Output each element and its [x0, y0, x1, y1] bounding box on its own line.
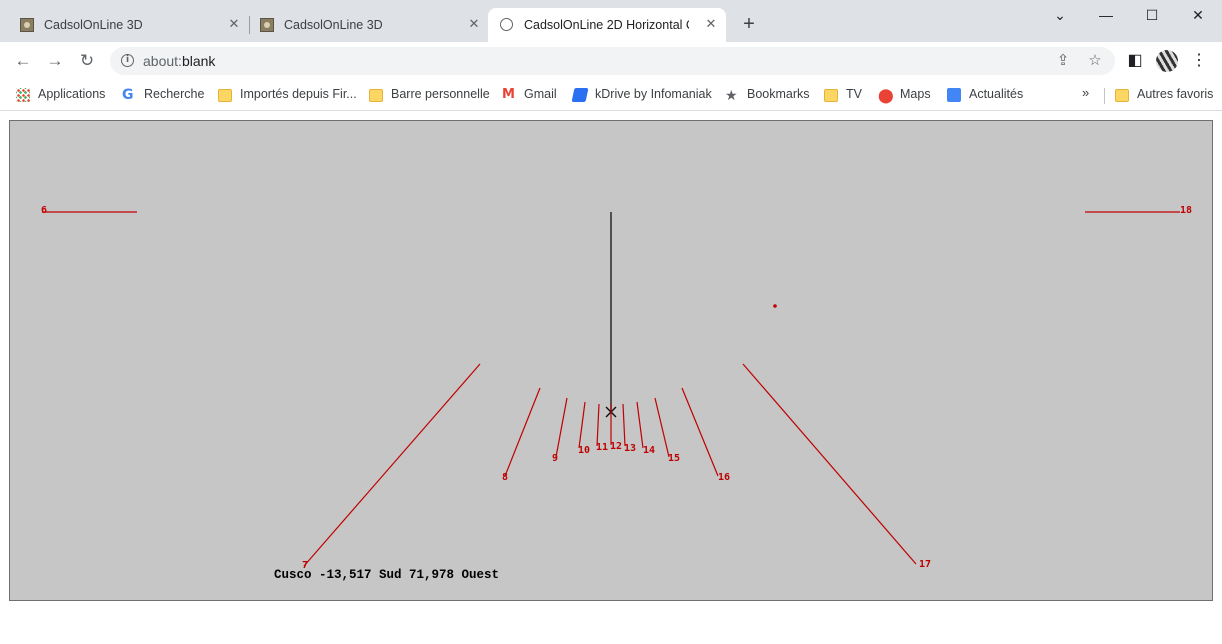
- bookmark-label: Applications: [38, 87, 106, 101]
- bookmarks-bar: Applications G Recherche Importés depuis …: [0, 80, 1222, 111]
- back-arrow-icon[interactable]: ←: [12, 50, 34, 72]
- share-icon[interactable]: ⇪: [1052, 50, 1074, 72]
- bookmark-label: Autres favoris: [1137, 87, 1214, 101]
- hour-label-12: 12: [610, 441, 622, 452]
- page-content: 6 7 8 9 10 11 12 13 14 15 16 17 18 Cusco -13,517 Sud…: [0, 111, 1222, 644]
- location-caption: Cusco -13,517 Sud 71,978 Ouest: [274, 568, 499, 582]
- hour-line-15: [654, 397, 670, 458]
- hour-label-6: 6: [41, 205, 47, 216]
- menu-kebab-icon[interactable]: ⋮: [1188, 50, 1210, 72]
- hour-line-11: [596, 403, 600, 447]
- bookmark-label: Importés depuis Fir...: [240, 87, 357, 101]
- hour-label-15: 15: [668, 453, 680, 464]
- kdrive-icon: [571, 88, 589, 102]
- bookmark-label: Bookmarks: [747, 87, 810, 101]
- hour-label-11: 11: [596, 442, 608, 453]
- folder-icon: [218, 89, 232, 102]
- tab-cadsol-2d-active[interactable]: CadsolOnLine 2D Horizontal Cusco ✕: [488, 8, 726, 42]
- close-icon[interactable]: ✕: [466, 16, 482, 32]
- tab-strip: CadsolOnLine 3D ✕ CadsolOnLine 3D ✕ Cads…: [0, 0, 1222, 42]
- star-icon: ★: [725, 87, 738, 103]
- bookmark-label: TV: [846, 87, 862, 101]
- minimize-icon[interactable]: —: [1096, 6, 1116, 24]
- hour-label-16: 16: [718, 472, 730, 483]
- info-icon[interactable]: i: [121, 54, 134, 67]
- hour-line-14: [636, 401, 644, 449]
- profile-avatar[interactable]: [1156, 50, 1178, 72]
- hour-line-13: [622, 403, 626, 447]
- bookmark-label: kDrive by Infomaniak: [595, 87, 712, 101]
- sun-marker-dot: [773, 304, 777, 308]
- sundial-drawing: 678910 11 12 13 1415161718 Cusco -13,517 Sud…: [41, 205, 1192, 582]
- hour-label-9: 9: [552, 453, 558, 464]
- tab-title: CadsolOnLine 2D Horizontal Cusco: [524, 18, 689, 32]
- hour-line-7: [303, 363, 481, 567]
- bookmark-star-icon[interactable]: ☆: [1084, 50, 1106, 72]
- hour-label-13: 13: [624, 443, 636, 454]
- address-bar[interactable]: i about:blank ⇪ ☆: [110, 47, 1115, 75]
- bookmark-label: Barre personnelle: [391, 87, 490, 101]
- gmail-icon: M: [502, 87, 515, 102]
- forward-arrow-icon[interactable]: →: [44, 50, 66, 72]
- maximize-icon[interactable]: ☐: [1142, 6, 1162, 24]
- news-icon: [947, 88, 961, 102]
- bookmark-label: Maps: [900, 87, 931, 101]
- tab-title: CadsolOnLine 3D: [44, 18, 143, 32]
- hour-label-17: 17: [919, 559, 931, 570]
- hour-line-16: [681, 387, 719, 477]
- more-bookmarks-chevron-icon[interactable]: »: [1082, 85, 1089, 100]
- google-icon: G: [122, 87, 134, 103]
- tab-cadsol-3d-1[interactable]: CadsolOnLine 3D ✕: [8, 8, 248, 42]
- url-text: about:blank: [143, 53, 215, 69]
- browser-toolbar: ← → ↻ i about:blank ⇪ ☆ ◧ ⋮: [0, 42, 1222, 80]
- folder-icon: [824, 89, 838, 102]
- hour-line-9: [555, 397, 568, 458]
- window-close-icon[interactable]: ✕: [1188, 6, 1208, 24]
- hour-line-17: [742, 363, 917, 565]
- tab-cadsol-3d-2[interactable]: CadsolOnLine 3D ✕: [248, 8, 488, 42]
- bookmark-label: Actualités: [969, 87, 1024, 101]
- folder-icon: [1115, 89, 1129, 102]
- bookmark-separator: [1104, 88, 1105, 104]
- hour-label-10: 10: [578, 445, 590, 456]
- hour-label-14: 14: [643, 445, 655, 456]
- bookmark-label: Recherche: [144, 87, 205, 101]
- close-icon[interactable]: ✕: [226, 16, 242, 32]
- hour-label-18: 18: [1180, 205, 1192, 216]
- cadsol-favicon-icon: [260, 18, 274, 32]
- url-path: blank: [181, 53, 216, 69]
- bookmark-label: Gmail: [524, 87, 557, 101]
- sundial-canvas: 6 7 8 9 10 11 12 13 14 15 16 17 18 Cusco -13,517 Sud…: [9, 120, 1213, 601]
- tab-search-chevron-down-icon[interactable]: ⌄: [1050, 6, 1070, 24]
- reload-icon[interactable]: ↻: [76, 50, 98, 72]
- maps-pin-icon: ⬤: [878, 87, 894, 103]
- globe-icon: [500, 18, 513, 31]
- side-panel-icon[interactable]: ◧: [1124, 50, 1146, 72]
- hour-line-8: [504, 387, 541, 477]
- tab-title: CadsolOnLine 3D: [284, 18, 383, 32]
- hour-label-8: 8: [502, 472, 508, 483]
- cadsol-favicon-icon: [20, 18, 34, 32]
- apps-grid-icon: [16, 88, 30, 102]
- close-icon[interactable]: ✕: [703, 16, 719, 32]
- folder-icon: [369, 89, 383, 102]
- hour-line-10: [578, 401, 586, 449]
- new-tab-plus-icon[interactable]: +: [738, 13, 760, 35]
- url-scheme: about:: [143, 53, 182, 69]
